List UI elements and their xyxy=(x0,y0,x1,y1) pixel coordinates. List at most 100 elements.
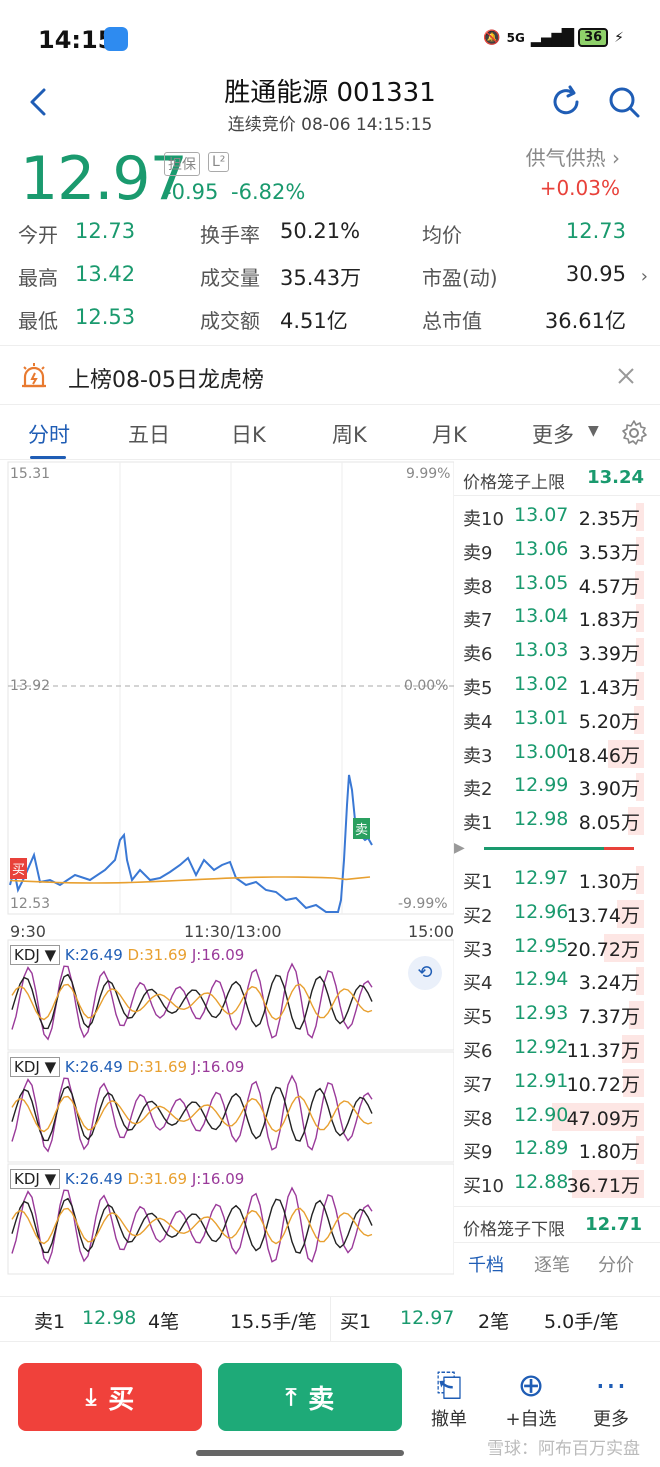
ask-price: 13.07 xyxy=(514,504,569,526)
tab-more[interactable]: 更多 xyxy=(532,419,574,449)
ask-volume: 1.83万 xyxy=(578,609,640,632)
ask1-count: 4笔 xyxy=(148,1311,180,1333)
ask-price: 13.02 xyxy=(514,673,569,695)
time-start: 9:30 xyxy=(10,922,46,941)
ask-row[interactable]: 卖10 13.07 2.35万 xyxy=(454,500,660,534)
more-button[interactable]: ⋯ 更多 xyxy=(576,1365,646,1431)
tab-tick-by-tick[interactable]: 逐笔 xyxy=(534,1251,570,1277)
kdj-k: K:26.49 xyxy=(64,1058,123,1076)
bid-row[interactable]: 买3 12.95 20.72万 xyxy=(454,931,660,965)
collapse-triangle-icon[interactable]: ▶ xyxy=(454,840,465,856)
tab-daily-k[interactable]: 日K xyxy=(231,419,266,449)
bid-row[interactable]: 买9 12.89 1.80万 xyxy=(454,1133,660,1167)
kdj-line xyxy=(11,1197,373,1254)
ask-row[interactable]: 卖1 12.98 8.05万 xyxy=(454,804,660,838)
bid-row[interactable]: 买5 12.93 7.37万 xyxy=(454,998,660,1032)
gear-icon[interactable] xyxy=(620,419,648,447)
refresh-icon[interactable] xyxy=(548,84,584,120)
bid-level-label: 买7 xyxy=(463,1074,493,1096)
stat-value: 12.73 xyxy=(75,219,136,243)
bid-price: 12.90 xyxy=(514,1103,569,1126)
ask-volume: 3.90万 xyxy=(578,778,640,801)
bid-row[interactable]: 买1 12.97 1.30万 xyxy=(454,863,660,897)
tab-full-depth[interactable]: 千档 xyxy=(468,1251,504,1277)
status-time: 14:15 xyxy=(38,26,115,54)
axis-mid-price: 13.92 xyxy=(10,678,51,694)
kdj-header: KDJ ▼ K:26.49 D:31.69 J:16.09 xyxy=(10,1169,245,1189)
kdj-selector[interactable]: KDJ ▼ xyxy=(10,945,61,965)
bid1-count: 2笔 xyxy=(478,1311,510,1333)
rotate-screen-icon[interactable]: ⟲ xyxy=(408,956,442,990)
ask-row[interactable]: 卖8 13.05 4.57万 xyxy=(454,568,660,602)
bid-price: 12.94 xyxy=(514,968,569,991)
ask-row[interactable]: 卖6 13.03 3.39万 xyxy=(454,635,660,669)
tab-weekly-k[interactable]: 周K xyxy=(332,419,367,449)
arrow-down-icon: ⤓ xyxy=(85,1383,97,1411)
home-indicator[interactable] xyxy=(196,1450,404,1456)
ask-row[interactable]: 卖9 13.06 3.53万 xyxy=(454,534,660,568)
app-notification-icon xyxy=(104,27,128,51)
stat-value: 13.42 xyxy=(75,262,136,286)
time-end: 15:00 xyxy=(408,922,455,941)
buy-marker[interactable]: 买 xyxy=(10,858,28,879)
kdj-j: J:16.09 xyxy=(191,1170,245,1188)
kdj-selector[interactable]: KDJ ▼ xyxy=(10,1057,61,1077)
tab-monthly-k[interactable]: 月K xyxy=(432,419,467,449)
bid-row[interactable]: 买8 12.90 47.09万 xyxy=(454,1100,660,1134)
bid-row[interactable]: 买6 12.92 11.37万 xyxy=(454,1032,660,1066)
ask-volume: 4.57万 xyxy=(578,575,640,598)
average-price-line xyxy=(9,876,371,884)
stat-value: 35.43万 xyxy=(280,266,362,290)
intraday-chart[interactable] xyxy=(0,460,454,1280)
bid-row[interactable]: 买4 12.94 3.24万 xyxy=(454,964,660,998)
more-label: 更多 xyxy=(593,1409,629,1430)
expand-stats-icon[interactable]: › xyxy=(641,266,648,287)
alarm-icon xyxy=(22,363,46,388)
ask-level-label: 卖7 xyxy=(463,610,493,632)
bid-volume: 7.37万 xyxy=(578,1006,640,1029)
ask-price: 12.98 xyxy=(514,808,569,831)
ask-row[interactable]: 卖3 13.00 18.46万 xyxy=(454,737,660,771)
dragon-tiger-banner[interactable]: 上榜08-05日龙虎榜 xyxy=(0,345,660,405)
ask-row[interactable]: 卖7 13.04 1.83万 xyxy=(454,601,660,635)
active-tab-indicator xyxy=(30,456,66,459)
ask-level-label: 卖8 xyxy=(463,576,493,598)
bid-row[interactable]: 买7 12.91 10.72万 xyxy=(454,1066,660,1100)
add-watchlist-button[interactable]: ⊕ +自选 xyxy=(496,1365,566,1431)
cancel-order-button[interactable]: ⎗ 撤单 xyxy=(414,1365,484,1431)
margin-tag: 担保 xyxy=(164,152,200,176)
bid-level-label: 买10 xyxy=(463,1176,504,1198)
axis-bottom-pct: -9.99% xyxy=(398,896,448,912)
ask1-label: 卖1 xyxy=(34,1311,66,1333)
tab-intraday[interactable]: 分时 xyxy=(28,419,70,449)
ask-volume: 18.46万 xyxy=(566,744,640,767)
bid-volume: 11.37万 xyxy=(566,1040,640,1062)
buy-button[interactable]: ⤓ 买 xyxy=(18,1363,202,1431)
kdj-selector[interactable]: KDJ ▼ xyxy=(10,1169,61,1189)
ask-row[interactable]: 卖4 13.01 5.20万 xyxy=(454,703,660,737)
ask1-avg: 15.5手/笔 xyxy=(230,1311,317,1333)
search-icon[interactable] xyxy=(606,84,642,120)
stat-label: 最高 xyxy=(18,266,58,290)
tab-price-volume[interactable]: 分价 xyxy=(598,1251,634,1277)
change-amount: -0.95 xyxy=(164,180,219,204)
stat-value: 12.73 xyxy=(565,219,626,243)
divider xyxy=(330,1297,331,1341)
kdj-k: K:26.49 xyxy=(64,946,123,964)
ask-volume: 5.20万 xyxy=(578,710,640,733)
ask-row[interactable]: 卖5 13.02 1.43万 xyxy=(454,669,660,703)
stat-value: 4.51亿 xyxy=(280,309,348,333)
bid-row[interactable]: 买10 12.88 36.71万 xyxy=(454,1167,660,1201)
chevron-down-icon[interactable]: ▼ xyxy=(588,423,599,439)
sell-marker[interactable]: 卖 xyxy=(353,818,371,839)
tab-five-day[interactable]: 五日 xyxy=(128,419,170,449)
bid-row[interactable]: 买2 12.96 13.74万 xyxy=(454,897,660,931)
ask-row[interactable]: 卖2 12.99 3.90万 xyxy=(454,770,660,804)
close-icon[interactable] xyxy=(616,366,636,386)
kdj-d: D:31.69 xyxy=(127,946,188,964)
ask-level-label: 卖4 xyxy=(463,711,493,733)
signal-icon: ▂▄▆█ xyxy=(530,28,574,47)
sell-button[interactable]: ⤒ 卖 xyxy=(218,1363,402,1431)
bid-level-label: 买2 xyxy=(463,905,493,927)
sector-link[interactable]: 供气供热 › xyxy=(526,142,620,171)
